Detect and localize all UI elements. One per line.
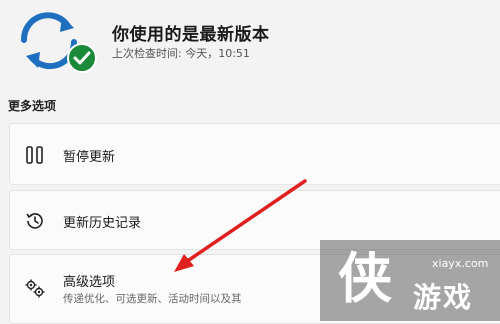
watermark-url: xiayx.com	[432, 257, 489, 270]
pause-updates-label: 暂停更新	[63, 150, 116, 165]
update-status-header: 你使用的是最新版本 上次检查时间: 今天，10:51	[0, 0, 500, 95]
advanced-options-label: 高级选项	[63, 275, 116, 290]
more-options-heading: 更多选项	[8, 99, 57, 113]
pause-updates-option[interactable]: 暂停更新	[9, 123, 500, 185]
history-icon	[26, 213, 43, 229]
gears-icon	[25, 279, 45, 298]
update-status-title: 你使用的是最新版本	[112, 25, 270, 45]
last-checked-time: 上次检查时间: 今天，10:51	[112, 47, 250, 60]
pause-icon	[26, 146, 43, 164]
sync-check-icon	[20, 12, 97, 73]
update-history-label: 更新历史记录	[63, 216, 142, 231]
site-watermark: 侠 xiayx.com 游戏	[320, 240, 500, 321]
advanced-options-description: 传递优化、可选更新、活动时间以及其	[63, 293, 242, 305]
watermark-brand: 游戏	[413, 281, 474, 314]
watermark-logo-char: 侠	[338, 246, 392, 310]
